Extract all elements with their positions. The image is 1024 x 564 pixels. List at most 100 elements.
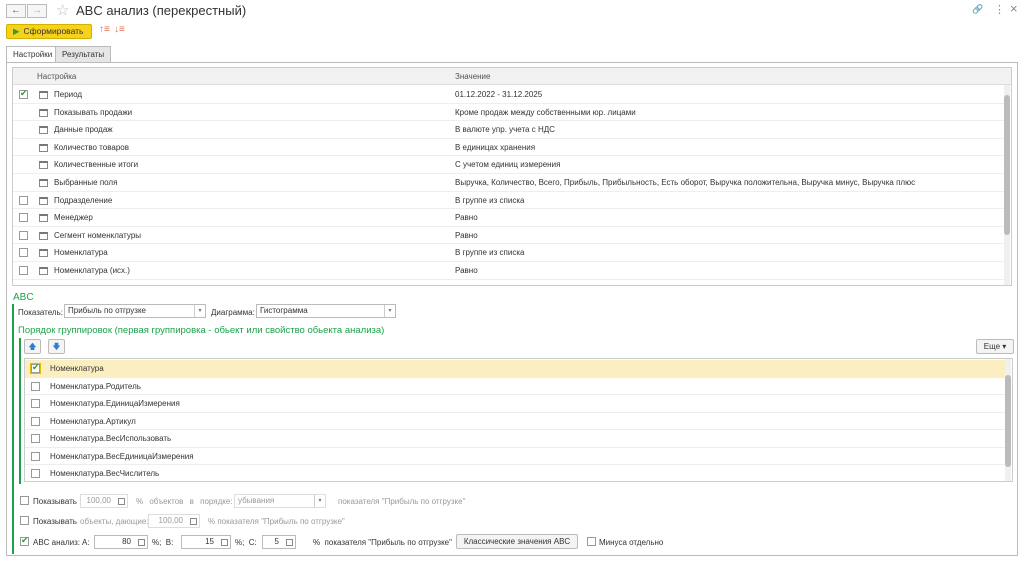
b-label: %; B: [152,538,174,547]
settings-scrollbar[interactable] [1004,85,1010,285]
setting-value[interactable]: Равно [455,213,478,222]
parameter-icon [39,179,48,187]
row-checkbox[interactable] [19,266,28,275]
settings-row[interactable]: Выбранные поля Выручка, Количество, Всего… [13,174,1005,192]
minus-separate-checkbox[interactable] [587,537,596,546]
grouping-list: Номенклатура Номенклатура.Родитель Номенкл… [24,358,1013,482]
grouping-label: Номенклатура [50,364,104,373]
b-field[interactable]: 15 [181,535,231,549]
grouping-row[interactable]: Номенклатура.Артикул [25,413,1006,431]
row-checkbox[interactable] [19,230,28,240]
abc-suffix: % показателя "Прибыль по отгрузке" [313,538,452,547]
a-field[interactable]: 80 [94,535,148,549]
more-icon[interactable]: ⋮ [994,3,1005,16]
setting-name: Выбранные поля [54,178,118,187]
parameter-icon [39,161,48,170]
percent-objects-field[interactable]: 100,00 [80,494,128,508]
settings-row[interactable]: Сегмент номенклатуры Равно [13,227,1005,245]
setting-value[interactable]: В группе из списка [455,196,524,205]
setting-value[interactable]: Равно [455,231,478,240]
abc-analysis-checkbox[interactable] [20,535,29,546]
chart-select[interactable]: Гистограмма ▾ [256,304,396,318]
grouping-checkbox[interactable] [31,381,40,391]
show-label-2: Показывать [33,517,77,526]
tab-settings[interactable]: Настройки [6,46,60,63]
settings-row[interactable]: Номенклатура (исх.) Равно [13,262,1005,280]
row-checkbox[interactable] [19,195,28,205]
setting-name: Номенклатура [54,248,108,258]
grouping-checkbox[interactable] [31,399,40,408]
setting-value[interactable]: 01.12.2022 - 31.12.2025 [455,90,542,99]
c-label: %; C: [235,538,257,547]
settings-row[interactable]: Менеджер Равно [13,209,1005,227]
setting-value[interactable]: Равно [455,266,478,275]
setting-name: Показывать продажи [54,107,133,117]
settings-row[interactable]: Данные продаж В валюте упр. учета с НДС [13,121,1005,139]
more-button[interactable]: Еще ▾ [976,339,1014,354]
grouping-checkbox[interactable] [31,416,40,426]
setting-value[interactable]: В группе из списка [455,248,524,257]
row-checkbox[interactable] [19,248,28,258]
forward-button[interactable]: → [27,4,47,18]
show-objects-checkbox[interactable] [20,516,29,525]
back-button[interactable]: ← [6,4,26,18]
settings-row[interactable]: Количественные итоги С учетом единиц изме… [13,156,1005,174]
indicator-select[interactable]: Прибыль по отгрузке ▾ [64,304,206,318]
filter2-suffix: % показателя "Прибыль по отгрузке" [208,517,345,526]
setting-value[interactable]: В валюте упр. учета с НДС [455,125,555,134]
percent-objects-text: % объектов в порядке: [136,497,233,506]
grouping-label: Номенклатура.Артикул [50,416,136,426]
setting-value[interactable]: В единицах хранения [455,143,535,152]
close-icon[interactable]: × [1010,1,1018,16]
generate-button[interactable]: ▶ Сформировать [6,24,92,39]
settings-row[interactable]: Показывать продажи Кроме продаж между соб… [13,104,1005,122]
grouping-checkbox[interactable] [31,451,40,461]
setting-value[interactable]: С учетом единиц измерения [455,160,560,169]
grouping-row[interactable]: Номенклатура [25,360,1006,378]
grouping-checkbox[interactable] [30,362,41,374]
grouping-checkbox[interactable] [31,469,40,478]
minus-separate-label: Минуса отдельно [599,538,664,547]
move-down-button[interactable]: 🡇 [48,339,65,354]
grouping-checkbox[interactable] [31,434,40,443]
show-percent-checkbox[interactable] [20,496,29,505]
setting-name: Количество товаров [54,142,129,152]
setting-value[interactable]: Выручка, Количество, Всего, Прибыль, При… [455,178,915,187]
abc-analysis-label: ABC анализ: [33,538,81,547]
setting-name: Номенклатура (исх.) [54,266,130,275]
setting-name: Данные продаж [54,125,113,135]
grouping-row[interactable]: Номенклатура.ЕдиницаИзмерения [25,395,1006,413]
settings-row[interactable]: Номенклатура В группе из списка [13,244,1005,262]
grouping-scrollbar[interactable] [1005,359,1011,481]
settings-row[interactable]: Количество товаров В единицах хранения [13,139,1005,157]
settings-row[interactable]: Период 01.12.2022 - 31.12.2025 [13,86,1005,104]
setting-value[interactable]: Кроме продаж между собственными юр. лица… [455,108,636,117]
grouping-label: Номенклатура.ЕдиницаИзмерения [50,399,180,408]
link-icon[interactable]: 🔗 [972,4,983,15]
generate-label: Сформировать [23,26,84,36]
grouping-label: Номенклатура.ВесЧислитель [50,469,160,478]
row-checkbox[interactable] [19,213,28,223]
order-select[interactable]: убывания ▾ [234,494,326,508]
c-field[interactable]: 5 [262,535,296,549]
sort-desc-icon[interactable]: ↓≡ [114,24,125,35]
play-icon: ▶ [13,26,20,36]
grouping-row[interactable]: Номенклатура.ВесЧислитель [25,465,1006,481]
settings-row[interactable]: Подразделение В группе из списка [13,192,1005,210]
favorite-star-icon[interactable]: ☆ [56,1,69,19]
classic-abc-button[interactable]: Классические значения ABC [456,534,578,549]
setting-name: Менеджер [54,213,93,223]
grouping-row[interactable]: Номенклатура.ВесИспользовать [25,430,1006,448]
tab-results[interactable]: Результаты [55,46,112,62]
sort-asc-icon[interactable]: ↑≡ [99,24,110,35]
move-up-button[interactable]: 🡅 [24,339,41,354]
row-checkbox[interactable] [19,88,28,99]
column-header-setting[interactable]: Настройка [37,72,76,81]
column-header-value[interactable]: Значение [455,72,490,81]
a-label: A: [82,538,90,547]
objects-giving-field[interactable]: 100,00 [148,514,200,528]
indicator-label: Показатель: [18,308,63,317]
setting-name: Подразделение [54,195,113,205]
grouping-row[interactable]: Номенклатура.ВесЕдиницаИзмерения [25,448,1006,466]
grouping-row[interactable]: Номенклатура.Родитель [25,378,1006,396]
